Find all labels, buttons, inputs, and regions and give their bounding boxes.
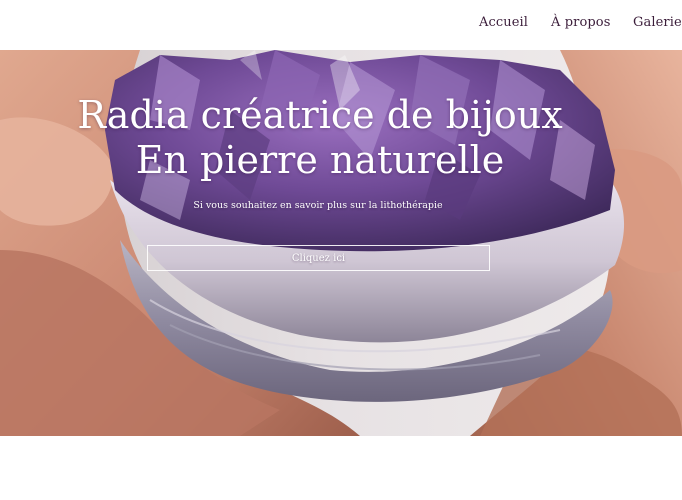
cta-button-label: Cliquez ici: [291, 252, 346, 264]
hero-title-line-2: En pierre naturelle: [135, 138, 505, 182]
hero-subtitle: Si vous souhaitez en savoir plus sur la …: [193, 200, 443, 211]
top-navigation: Accueil À propos Galerie: [0, 0, 682, 50]
cta-button[interactable]: Cliquez ici: [147, 245, 490, 271]
page: Accueil À propos Galerie Radia créatrice…: [0, 0, 682, 500]
nav-link-accueil[interactable]: Accueil: [479, 15, 528, 30]
hero-section: Radia créatrice de bijoux En pierre natu…: [0, 50, 682, 436]
hero-title-line-1: Radia créatrice de bijoux: [77, 93, 563, 137]
nav-link-galerie[interactable]: Galerie: [633, 15, 682, 30]
nav-link-a-propos[interactable]: À propos: [551, 15, 611, 30]
